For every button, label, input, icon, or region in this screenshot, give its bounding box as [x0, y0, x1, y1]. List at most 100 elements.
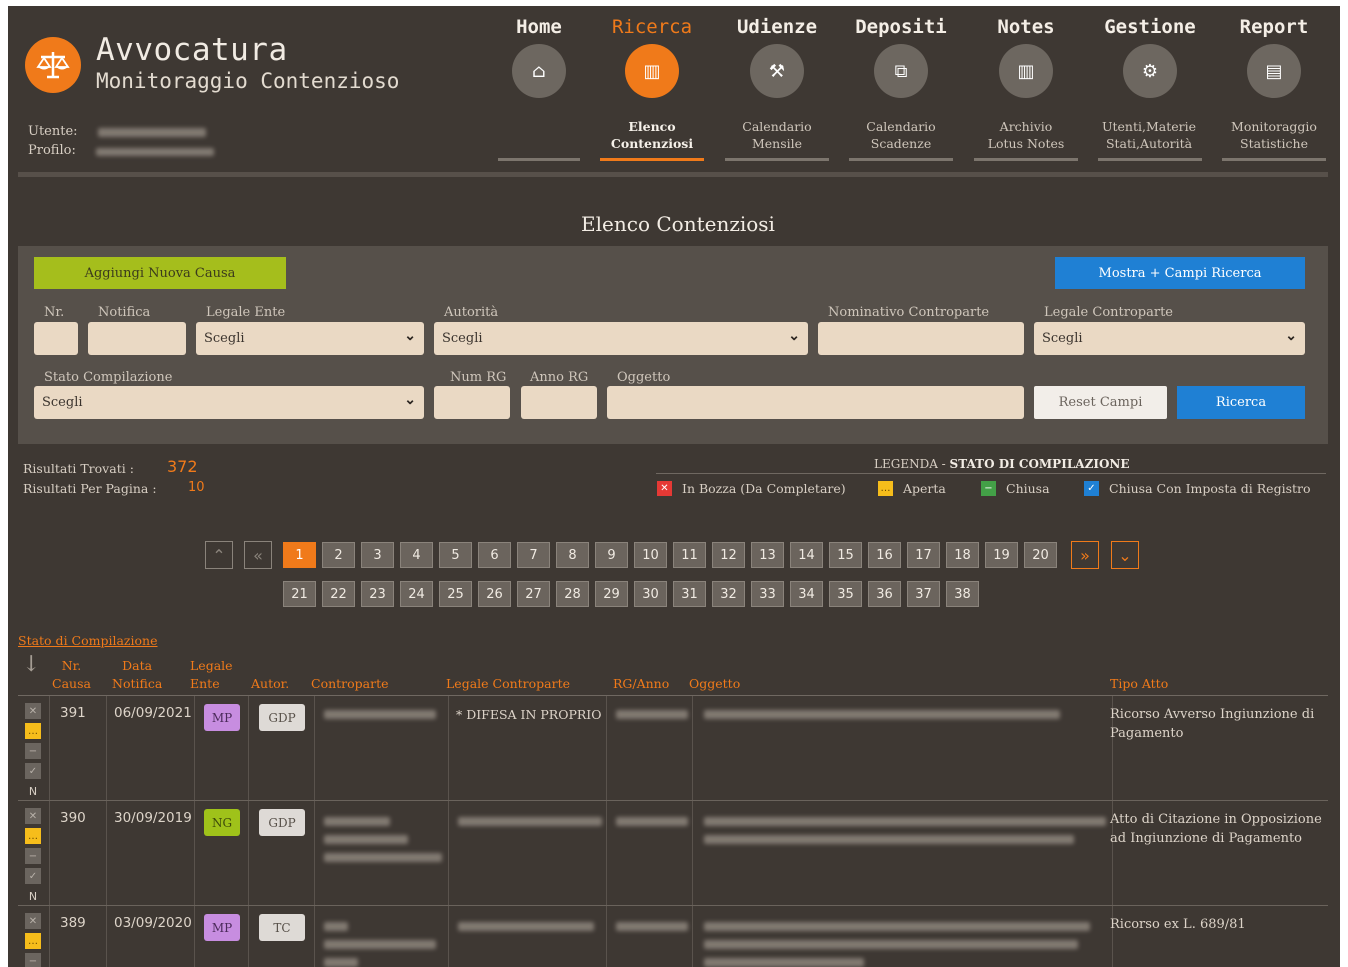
status-aperta-icon[interactable]: …: [25, 828, 41, 844]
status-chiusa-icon[interactable]: −: [25, 848, 41, 864]
first-page-icon[interactable]: ⌃: [205, 541, 233, 569]
page-button[interactable]: 12: [712, 542, 745, 568]
page-button[interactable]: 32: [712, 581, 745, 607]
col-controparte[interactable]: Controparte: [311, 675, 389, 693]
nav-udienze[interactable]: Udienze ⚒: [722, 16, 832, 98]
page-button[interactable]: 9: [595, 542, 628, 568]
status-bozza-icon[interactable]: ✕: [25, 913, 41, 929]
subnav-elenco-contenziosi[interactable]: Elenco Contenziosi: [600, 118, 704, 152]
table-row[interactable]: ✕ … − ✓ N 390 30/09/2019 NG GDP Atto di …: [18, 801, 1328, 906]
page-button[interactable]: 18: [946, 542, 979, 568]
col-oggetto[interactable]: Oggetto: [689, 675, 740, 693]
page-button[interactable]: 10: [634, 542, 667, 568]
subnav-calendario-scadenze[interactable]: Calendario Scadenze: [849, 118, 953, 152]
page-button[interactable]: 16: [868, 542, 901, 568]
status-aperta-icon[interactable]: …: [25, 933, 41, 949]
status-chiusa-imposta-icon[interactable]: ✓: [25, 763, 41, 779]
status-chiusa-icon[interactable]: −: [25, 953, 41, 967]
notifica-field[interactable]: [88, 322, 186, 355]
page-button[interactable]: 37: [907, 581, 940, 607]
anno-rg-field[interactable]: [521, 386, 597, 419]
page-button[interactable]: 17: [907, 542, 940, 568]
reset-fields-button[interactable]: Reset Campi: [1034, 386, 1167, 419]
page-button[interactable]: 30: [634, 581, 667, 607]
page-button[interactable]: 26: [478, 581, 511, 607]
col-rg-anno[interactable]: RG/Anno: [613, 675, 669, 693]
page-button[interactable]: 38: [946, 581, 979, 607]
table-row[interactable]: ✕ … − ✓ N 391 06/09/2021 MP GDP * DIFESA…: [18, 696, 1328, 801]
page-button[interactable]: 27: [517, 581, 550, 607]
nav-home[interactable]: Home ⌂: [484, 16, 594, 98]
page-button[interactable]: 7: [517, 542, 550, 568]
nr-field[interactable]: [34, 322, 78, 355]
nav-notes[interactable]: Notes ▥: [971, 16, 1081, 98]
page-button[interactable]: 19: [985, 542, 1018, 568]
page-button[interactable]: 21: [283, 581, 316, 607]
gavel-icon[interactable]: ⚒: [750, 44, 804, 98]
page-button[interactable]: 6: [478, 542, 511, 568]
legale-ente-select[interactable]: Scegli ⌄: [196, 322, 424, 355]
nav-gestione[interactable]: Gestione ⚙: [1095, 16, 1205, 98]
stato-select[interactable]: Scegli ⌄: [34, 386, 424, 419]
nominativo-field[interactable]: [818, 322, 1024, 355]
page-button[interactable]: 20: [1024, 542, 1057, 568]
page-button[interactable]: 15: [829, 542, 862, 568]
col-autorita[interactable]: Autor.: [251, 675, 289, 693]
page-button[interactable]: 14: [790, 542, 823, 568]
page-button[interactable]: 24: [400, 581, 433, 607]
search-button[interactable]: Ricerca: [1177, 386, 1305, 419]
last-page-icon[interactable]: ⌄: [1111, 541, 1139, 569]
page-button[interactable]: 33: [751, 581, 784, 607]
page-button[interactable]: 25: [439, 581, 472, 607]
col-legale-ente[interactable]: Legale Ente: [190, 657, 233, 693]
status-chiusa-imposta-icon[interactable]: ✓: [25, 868, 41, 884]
stato-compilazione-header[interactable]: Stato di Compilazione: [18, 633, 157, 648]
subnav-utenti-materie[interactable]: Utenti,Materie Stati,Autorità: [1097, 118, 1201, 152]
status-aperta-icon[interactable]: …: [25, 723, 41, 739]
subnav-calendario-mensile[interactable]: Calendario Mensile: [725, 118, 829, 152]
page-button[interactable]: 31: [673, 581, 706, 607]
autorita-select[interactable]: Scegli ⌄: [434, 322, 808, 355]
col-legale-controparte[interactable]: Legale Controparte: [446, 675, 570, 693]
nav-report[interactable]: Report ▤: [1219, 16, 1329, 98]
subnav-monitoraggio-statistiche[interactable]: Monitoraggio Statistiche: [1222, 118, 1326, 152]
subnav-archivio-lotus-notes[interactable]: Archivio Lotus Notes: [974, 118, 1078, 152]
col-nr-causa[interactable]: Nr. Causa: [52, 657, 91, 693]
sort-down-arrow-icon[interactable]: ↓: [22, 654, 40, 676]
page-button[interactable]: 36: [868, 581, 901, 607]
prev-pages-icon[interactable]: «: [244, 541, 272, 569]
page-button[interactable]: 29: [595, 581, 628, 607]
page-button[interactable]: 4: [400, 542, 433, 568]
col-tipo-atto[interactable]: Tipo Atto: [1110, 675, 1168, 693]
gear-icon[interactable]: ⚙: [1123, 44, 1177, 98]
copy-icon[interactable]: ⧉: [874, 44, 928, 98]
page-button[interactable]: 28: [556, 581, 589, 607]
status-bozza-icon[interactable]: ✕: [25, 703, 41, 719]
page-button[interactable]: 2: [322, 542, 355, 568]
page-button[interactable]: 11: [673, 542, 706, 568]
list-icon[interactable]: ▥: [625, 44, 679, 98]
add-case-button[interactable]: Aggiungi Nuova Causa: [34, 257, 286, 289]
col-data-notifica[interactable]: Data Notifica: [112, 657, 162, 693]
status-bozza-icon[interactable]: ✕: [25, 808, 41, 824]
page-button[interactable]: 23: [361, 581, 394, 607]
nav-depositi[interactable]: Depositi ⧉: [846, 16, 956, 98]
page-button[interactable]: 8: [556, 542, 589, 568]
show-more-fields-button[interactable]: Mostra + Campi Ricerca: [1055, 257, 1305, 289]
page-button[interactable]: 13: [751, 542, 784, 568]
page-button[interactable]: 3: [361, 542, 394, 568]
oggetto-field[interactable]: [607, 386, 1024, 419]
page-button[interactable]: 22: [322, 581, 355, 607]
page-button[interactable]: 1: [283, 542, 316, 568]
notes-icon[interactable]: ▥: [999, 44, 1053, 98]
num-rg-field[interactable]: [434, 386, 510, 419]
table-row[interactable]: ✕ … − 389 03/09/2020 MP TC Ricorso ex L.…: [18, 906, 1328, 967]
page-button[interactable]: 35: [829, 581, 862, 607]
nav-ricerca[interactable]: Ricerca ▥: [597, 16, 707, 98]
legale-controparte-select[interactable]: Scegli ⌄: [1034, 322, 1305, 355]
page-button[interactable]: 5: [439, 542, 472, 568]
next-pages-icon[interactable]: »: [1071, 541, 1099, 569]
status-chiusa-icon[interactable]: −: [25, 743, 41, 759]
chart-icon[interactable]: ▤: [1247, 44, 1301, 98]
page-button[interactable]: 34: [790, 581, 823, 607]
